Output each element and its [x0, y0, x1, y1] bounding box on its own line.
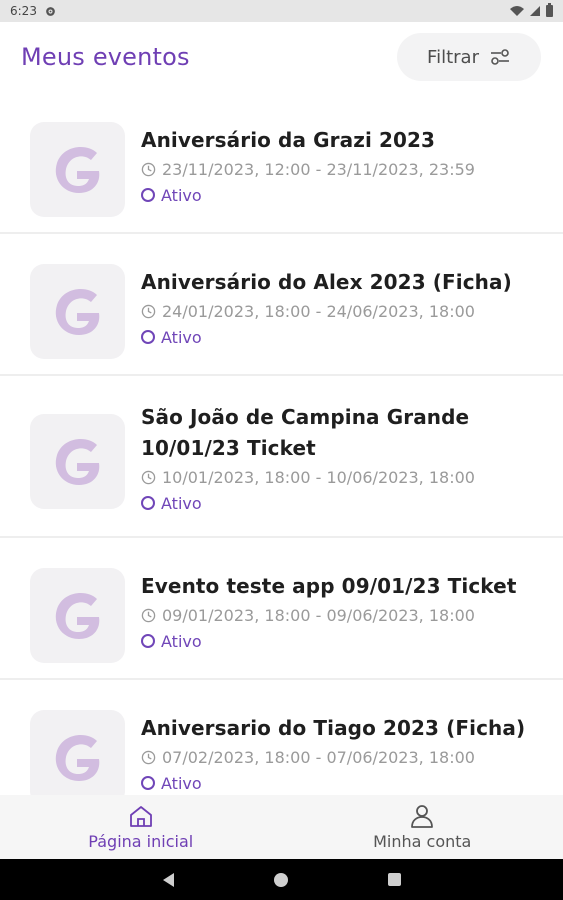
- nav-account-label: Minha conta: [373, 831, 472, 851]
- event-thumbnail: [30, 414, 125, 509]
- status-ring-icon: [141, 634, 155, 648]
- event-dates-text: 07/02/2023, 18:00 - 07/06/2023, 18:00: [162, 747, 475, 767]
- event-dates: 10/01/2023, 18:00 - 10/06/2023, 18:00: [141, 466, 475, 488]
- event-status: Ativo: [141, 772, 525, 794]
- back-icon[interactable]: [162, 872, 174, 887]
- home-circle-icon[interactable]: [273, 872, 288, 887]
- wifi-icon: [510, 6, 524, 16]
- user-icon: [411, 804, 434, 828]
- event-list: Aniversário da Grazi 2023 23/11/2023, 12…: [0, 92, 563, 795]
- clock-icon: [141, 608, 156, 622]
- clock-icon: [141, 162, 156, 176]
- clock-icon: [141, 470, 156, 484]
- bottom-nav: Página inicial Minha conta: [0, 795, 563, 859]
- event-card[interactable]: Evento teste app 09/01/23 Ticket 09/01/2…: [0, 538, 563, 680]
- status-time: 6:23: [10, 4, 37, 18]
- event-thumbnail: [30, 568, 125, 663]
- event-card[interactable]: São João de Campina Grande 10/01/23 Tick…: [0, 376, 563, 538]
- event-title: Aniversário da Grazi 2023: [141, 128, 436, 152]
- event-thumbnail: [30, 122, 125, 217]
- event-title-line-1: São João de Campina Grande: [141, 405, 470, 429]
- event-thumbnail: [30, 710, 125, 795]
- event-dates-text: 09/01/2023, 18:00 - 09/06/2023, 18:00: [162, 605, 475, 625]
- event-dates-text: 23/11/2023, 12:00 - 23/11/2023, 23:59: [162, 159, 475, 179]
- brand-logo-icon: [55, 438, 99, 485]
- event-status-text: Ativo: [161, 327, 202, 347]
- event-card[interactable]: Aniversário da Grazi 2023 23/11/2023, 12…: [0, 92, 563, 234]
- nav-home[interactable]: Página inicial: [0, 795, 282, 859]
- event-title: Evento teste app 09/01/23 Ticket: [141, 574, 517, 598]
- system-nav-bar: [0, 859, 563, 900]
- header: Meus eventos Filtrar: [0, 22, 563, 92]
- event-status-text: Ativo: [161, 773, 202, 793]
- event-card[interactable]: Aniversário do Alex 2023 (Ficha) 24/01/2…: [0, 234, 563, 376]
- battery-icon: [546, 3, 553, 17]
- clock-icon: [141, 304, 156, 318]
- event-title-line-2: 10/01/23 Ticket: [141, 436, 316, 460]
- status-bar: 6:23: [0, 0, 563, 22]
- brand-logo-icon: [55, 592, 99, 639]
- event-dates: 24/01/2023, 18:00 - 24/06/2023, 18:00: [141, 300, 512, 322]
- brand-logo-icon: [55, 288, 99, 335]
- home-icon: [129, 805, 152, 827]
- event-card[interactable]: Aniversario do Tiago 2023 (Ficha) 07/02/…: [0, 680, 563, 795]
- event-status: Ativo: [141, 630, 517, 652]
- nav-account[interactable]: Minha conta: [282, 795, 563, 859]
- clock-icon: [141, 750, 156, 764]
- event-thumbnail: [30, 264, 125, 359]
- status-ring-icon: [141, 776, 155, 790]
- nav-home-label: Página inicial: [88, 831, 194, 851]
- recent-apps-icon[interactable]: [387, 873, 401, 886]
- brand-logo-icon: [55, 146, 99, 193]
- status-ring-icon: [141, 330, 155, 344]
- event-title: Aniversário do Alex 2023 (Ficha): [141, 270, 512, 294]
- event-dates: 07/02/2023, 18:00 - 07/06/2023, 18:00: [141, 746, 525, 768]
- status-ring-icon: [141, 188, 155, 202]
- event-dates-text: 10/01/2023, 18:00 - 10/06/2023, 18:00: [162, 467, 475, 487]
- event-status: Ativo: [141, 492, 475, 514]
- page-title: Meus eventos: [21, 43, 190, 71]
- event-dates-text: 24/01/2023, 18:00 - 24/06/2023, 18:00: [162, 301, 475, 321]
- event-dates: 23/11/2023, 12:00 - 23/11/2023, 23:59: [141, 158, 475, 180]
- event-status-text: Ativo: [161, 493, 202, 513]
- filter-button[interactable]: Filtrar: [397, 33, 541, 81]
- event-title: Aniversario do Tiago 2023 (Ficha): [141, 716, 526, 740]
- event-status: Ativo: [141, 326, 512, 348]
- brand-logo-icon: [55, 734, 99, 781]
- event-dates: 09/01/2023, 18:00 - 09/06/2023, 18:00: [141, 604, 517, 626]
- filter-label: Filtrar: [427, 46, 479, 68]
- settings-icon: [46, 6, 55, 16]
- filter-sliders-icon: [490, 49, 509, 65]
- event-status-text: Ativo: [161, 631, 202, 651]
- status-ring-icon: [141, 496, 155, 510]
- signal-icon: [530, 6, 540, 16]
- event-status: Ativo: [141, 184, 475, 206]
- event-status-text: Ativo: [161, 185, 202, 205]
